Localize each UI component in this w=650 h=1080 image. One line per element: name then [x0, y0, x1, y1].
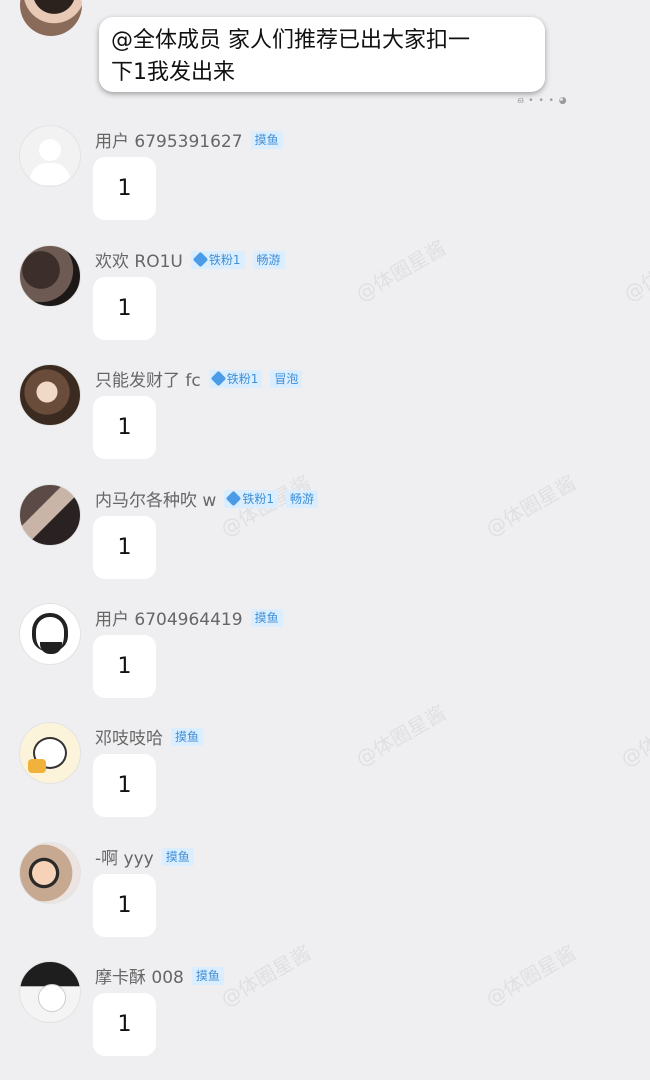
sender-name-row: 只能发财了 fc 铁粉1 冒泡 — [95, 366, 303, 391]
level-badge: 畅游 — [285, 489, 318, 508]
fan-badge: 铁粉1 — [190, 250, 245, 269]
sender-name-row: 内马尔各种吹 w 铁粉1 畅游 — [95, 486, 318, 511]
message-bubble[interactable]: 1 — [93, 516, 156, 579]
photo-avatar[interactable] — [19, 364, 81, 426]
sender-name[interactable]: -啊 yyy — [95, 844, 154, 869]
photo-avatar[interactable] — [19, 484, 81, 546]
chat-message: -啊 yyy 摸鱼 1 — [0, 842, 650, 957]
fan-badge: 铁粉1 — [208, 369, 263, 388]
chat-message: 摩卡酥 008 摸鱼 1 — [0, 961, 650, 1076]
fan-badge-label: 铁粉1 — [242, 491, 274, 506]
chat-message: 用户 6795391627 摸鱼 1 — [0, 125, 650, 240]
photo-avatar[interactable] — [19, 245, 81, 307]
chat-message: 邓吱吱哈 摸鱼 1 — [0, 722, 650, 837]
chat-message: 内马尔各种吹 w 铁粉1 畅游 1 — [0, 484, 650, 599]
level-badge: 摸鱼 — [250, 130, 283, 149]
photo-avatar[interactable] — [19, 842, 81, 904]
message-bubble[interactable]: 1 — [93, 277, 156, 340]
cartoon-dog-avatar[interactable] — [19, 722, 81, 784]
sender-name[interactable]: 欢欢 RO1U — [95, 247, 183, 272]
sender-name-row: 欢欢 RO1U 铁粉1 畅游 — [95, 247, 285, 272]
message-text-line: @全体成员 家人们推荐已出大家扣一 — [111, 28, 470, 53]
sender-name-row: 用户 6795391627 摸鱼 — [95, 127, 283, 152]
sender-name-row: -啊 yyy 摸鱼 — [95, 844, 194, 869]
sender-name[interactable]: 只能发财了 fc — [95, 366, 201, 391]
sender-name-row: 用户 6704964419 摸鱼 — [95, 605, 283, 630]
sender-avatar[interactable] — [20, 0, 82, 36]
sender-name[interactable]: 邓吱吱哈 — [95, 724, 163, 749]
sender-name-row: 摩卡酥 008 摸鱼 — [95, 963, 224, 988]
announcement-message-bubble[interactable]: @全体成员 家人们推荐已出大家扣一 下1我发出来 — [99, 17, 545, 92]
message-status-icons: ഒ • • • ◕ — [517, 96, 568, 106]
sender-name[interactable]: 用户 6795391627 — [95, 127, 243, 152]
chat-message: 欢欢 RO1U 铁粉1 畅游 1 — [0, 245, 650, 360]
level-badge: 摸鱼 — [191, 966, 224, 985]
fan-badge-label: 铁粉1 — [226, 371, 259, 386]
level-badge: 冒泡 — [270, 369, 303, 388]
sender-name[interactable]: 用户 6704964419 — [95, 605, 243, 630]
sender-name-row: 邓吱吱哈 摸鱼 — [95, 724, 204, 749]
default-user-icon[interactable] — [19, 125, 81, 187]
message-bubble[interactable]: 1 — [93, 993, 156, 1056]
message-text-line: 下1我发出来 — [111, 60, 235, 85]
sender-name[interactable]: 摩卡酥 008 — [95, 963, 184, 988]
message-bubble[interactable]: 1 — [93, 396, 156, 459]
diamond-icon — [210, 370, 227, 387]
fan-badge: 铁粉1 — [224, 489, 278, 508]
sender-name[interactable]: 内马尔各种吹 w — [95, 486, 216, 511]
message-bubble[interactable]: 1 — [93, 157, 156, 220]
level-badge: 摸鱼 — [250, 608, 283, 627]
level-badge: 摸鱼 — [161, 847, 194, 866]
chat-message: 只能发财了 fc 铁粉1 冒泡 1 — [0, 364, 650, 479]
message-bubble[interactable]: 1 — [93, 874, 156, 937]
level-badge: 畅游 — [252, 250, 285, 269]
message-bubble[interactable]: 1 — [93, 754, 156, 817]
diamond-icon — [226, 490, 242, 507]
chat-message: 用户 6704964419 摸鱼 1 — [0, 603, 650, 718]
cartoon-avatar[interactable] — [19, 603, 81, 665]
photo-avatar[interactable] — [19, 961, 81, 1023]
level-badge: 摸鱼 — [171, 727, 204, 746]
fan-badge-label: 铁粉1 — [208, 252, 241, 267]
message-bubble[interactable]: 1 — [93, 635, 156, 698]
diamond-icon — [192, 251, 209, 268]
